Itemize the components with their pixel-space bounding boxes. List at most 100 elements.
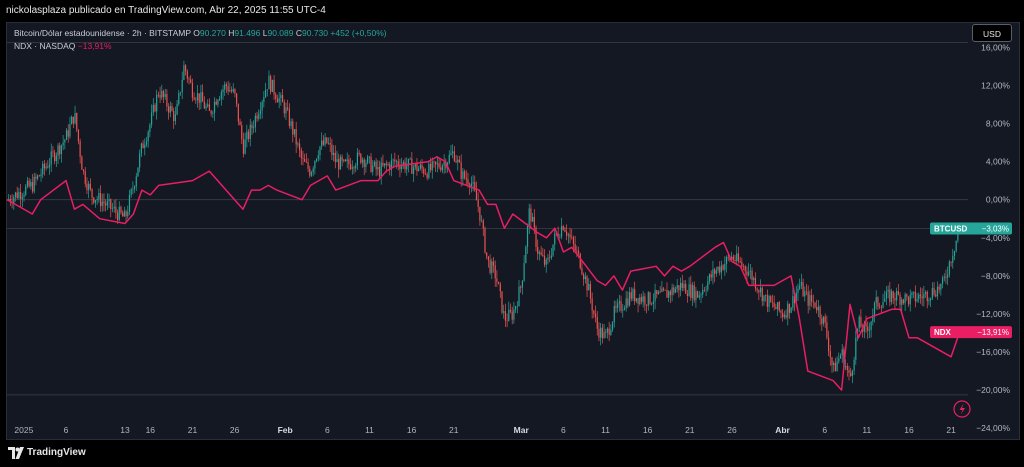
candle	[850, 367, 852, 377]
candle	[480, 215, 483, 223]
candle	[673, 284, 675, 296]
candle	[469, 182, 471, 195]
candle	[535, 225, 537, 252]
candle	[99, 185, 102, 212]
candle	[288, 103, 290, 129]
candle	[817, 299, 819, 317]
candle	[714, 267, 716, 283]
candle	[562, 224, 564, 231]
candle	[460, 154, 462, 187]
series-last-value: −3,03%	[982, 225, 1009, 234]
candle	[506, 313, 508, 328]
candle	[350, 157, 352, 171]
candle	[145, 136, 148, 148]
open-label: O	[193, 28, 200, 38]
candle	[322, 135, 324, 146]
candle	[62, 135, 64, 151]
candle	[824, 313, 826, 328]
candle	[923, 285, 925, 307]
candle	[314, 160, 316, 175]
candle	[549, 250, 551, 263]
candle	[526, 223, 529, 254]
reference-lines	[7, 42, 968, 396]
candle	[482, 218, 484, 237]
x-tick-label: 26	[727, 425, 737, 435]
candle	[924, 290, 927, 298]
candle	[312, 166, 314, 177]
candle	[873, 301, 876, 323]
candle	[693, 281, 695, 303]
lightning-icon[interactable]	[953, 400, 971, 418]
candle	[395, 159, 398, 169]
candle	[463, 169, 466, 180]
candle	[637, 297, 639, 313]
candle	[424, 168, 427, 176]
candle	[722, 263, 724, 271]
candle	[705, 285, 707, 297]
candle	[649, 291, 651, 306]
candle	[933, 281, 935, 297]
candle	[521, 280, 524, 295]
candle	[797, 283, 799, 301]
candle	[479, 206, 481, 226]
candle	[263, 91, 265, 108]
candle	[770, 295, 772, 303]
candle	[605, 328, 607, 338]
last-value-badge: NDX −13,91%	[930, 326, 1012, 339]
candle	[652, 293, 654, 313]
candle	[776, 301, 779, 316]
candle	[149, 122, 151, 138]
candle	[368, 155, 370, 164]
candle	[950, 261, 952, 267]
candle	[59, 142, 61, 160]
candle	[101, 193, 103, 212]
candle	[363, 157, 365, 176]
candle	[11, 194, 13, 209]
candle	[295, 121, 297, 153]
candle	[892, 290, 894, 304]
currency-button[interactable]: USD	[972, 24, 1012, 42]
candle	[220, 89, 222, 106]
candle	[952, 248, 954, 269]
x-tick-label: 16	[407, 425, 417, 435]
candle	[176, 100, 178, 116]
candle	[181, 71, 183, 100]
candle	[855, 330, 857, 365]
candle	[788, 303, 791, 320]
candle	[853, 356, 855, 375]
candle	[43, 159, 46, 176]
candle	[919, 287, 922, 304]
legend-main-row[interactable]: Bitcoin/Dólar estadounidense · 2h · BITS…	[14, 27, 387, 40]
candle	[651, 302, 653, 306]
candle	[171, 102, 173, 112]
candle	[550, 247, 552, 260]
candle	[674, 286, 677, 294]
candle	[324, 132, 326, 147]
candle	[207, 99, 209, 108]
candle	[715, 266, 717, 277]
candle	[188, 76, 190, 85]
price-chart[interactable]: 16,00%12,00%8,00%4,00%0,00%−4,00%−8,00%−…	[0, 0, 1024, 467]
candle	[217, 98, 219, 108]
candle	[618, 294, 620, 312]
legend-compare-row[interactable]: NDX · NASDAQ −13,91%	[14, 40, 387, 53]
tradingview-logo-icon	[8, 447, 24, 459]
candle	[827, 330, 830, 357]
candle	[42, 160, 44, 179]
candle	[639, 294, 641, 306]
candle	[826, 315, 828, 340]
candle	[251, 121, 253, 135]
candle	[236, 92, 238, 108]
y-axis: 16,00%12,00%8,00%4,00%0,00%−4,00%−8,00%−…	[976, 42, 1010, 433]
candle	[113, 200, 115, 213]
candle	[247, 128, 250, 143]
ndx-line	[6, 156, 961, 391]
candle	[79, 138, 81, 164]
candle	[593, 309, 595, 318]
candle	[360, 152, 362, 165]
candle	[373, 160, 376, 168]
candle	[406, 157, 408, 176]
candle	[759, 279, 762, 297]
candle	[725, 255, 728, 273]
y-tick-label: −20,00%	[976, 385, 1010, 395]
